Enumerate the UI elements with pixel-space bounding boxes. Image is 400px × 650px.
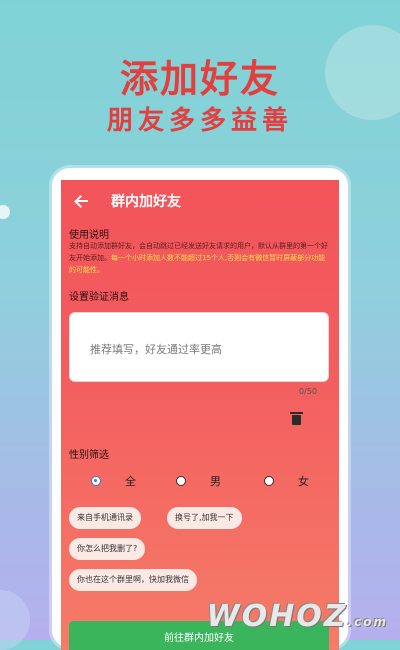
app-bar: 群内加好友 [61,180,339,222]
gender-option-male[interactable]: 男 [176,473,221,489]
quick-message-chip[interactable]: 换号了,加我一下 [167,507,242,529]
verification-placeholder: 推荐填写，好友通过率更高 [90,343,222,356]
verification-heading: 设置验证消息 [69,292,129,303]
trash-icon[interactable] [290,412,303,425]
quick-message-chip[interactable]: 来自手机通讯录 [69,507,141,529]
promo-headline: 添加好友 [119,57,280,101]
watermark-suffix: .com [347,615,388,629]
back-arrow-icon[interactable] [75,194,89,208]
radio-selected-icon [91,476,101,486]
gender-option-all[interactable]: 全 [91,473,136,489]
watermark-text: WOHOZ [206,599,348,634]
decor-circle-bottom [0,590,30,650]
radio-icon [176,476,186,486]
page-title: 群内加好友 [111,194,181,210]
decor-dot [0,205,10,219]
gender-option-label: 女 [298,475,309,488]
quick-message-chip[interactable]: 你怎么把我删了? [69,538,146,560]
quick-message-chip[interactable]: 你也在这个群里啊，快加我微信 [69,569,197,591]
char-counter: 0/50 [299,387,317,396]
instructions-heading: 使用说明 [69,230,109,241]
promo-subheadline: 朋友多多益善 [106,106,293,136]
instructions-text: 支持自动添加群好友，会自动跳过已经发送好友请求的用户，默认从群里的第一个好友开始… [69,240,331,276]
app-screen: 群内加好友 使用说明 支持自动添加群好友，会自动跳过已经发送好友请求的用户，默认… [61,180,339,650]
gender-option-label: 男 [210,475,221,488]
gender-option-female[interactable]: 女 [264,473,309,489]
watermark-logo: WOHOZ.com [207,599,388,634]
verification-message-input[interactable]: 推荐填写，好友通过率更高 [69,312,329,382]
gender-option-label: 全 [125,475,136,488]
radio-icon [264,476,274,486]
gender-filter-heading: 性别筛选 [69,450,109,461]
